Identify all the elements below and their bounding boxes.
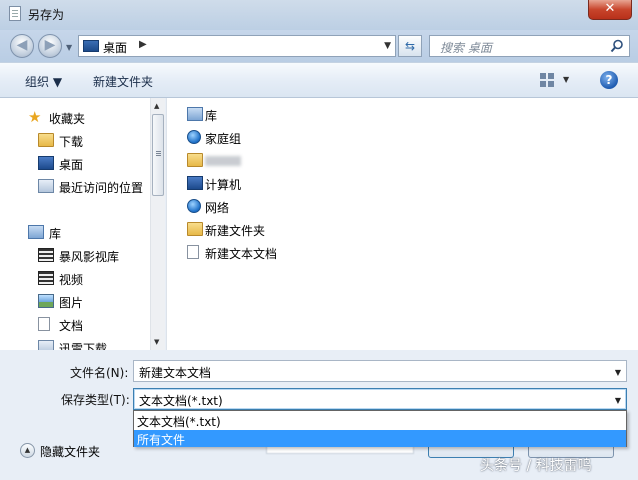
search-placeholder: 搜索 桌面 (440, 41, 492, 55)
storm-library-icon (38, 248, 54, 262)
sidebar-item-favorites[interactable]: ★ 收藏夹 (0, 107, 150, 127)
command-bar: 组织 ▼ 新建文件夹 ▼ ? (0, 62, 638, 98)
help-icon[interactable]: ? (600, 71, 618, 89)
notepad-icon (9, 6, 21, 21)
sidebar-item-libraries[interactable]: 库 (0, 222, 150, 242)
library-icon (28, 225, 44, 239)
address-location[interactable]: 桌面 (103, 39, 127, 56)
filename-label: 文件名(N): (70, 366, 129, 380)
sidebar-item-recent[interactable]: 最近访问的位置 (0, 176, 150, 196)
address-bar[interactable]: 桌面 ▶ ▼ (78, 35, 396, 57)
navigation-scrollbar[interactable]: ▲ ▼ (150, 98, 165, 350)
list-item[interactable] (187, 150, 487, 170)
dropdown-option-txt[interactable]: 文本文档(*.txt) (134, 412, 626, 429)
user-folder-icon (187, 153, 203, 167)
folder-icon (187, 222, 203, 236)
navigation-bar: ◀ ▶ ▼ 桌面 ▶ ▼ ⇆ 搜索 桌面 (0, 30, 638, 62)
computer-icon (187, 176, 203, 190)
file-list: 库 家庭组 计算机 网络 新建文件夹 新建文本文档 (166, 98, 638, 350)
sidebar-item-pictures[interactable]: 图片 (0, 291, 150, 311)
blurred-username (205, 155, 241, 166)
sidebar-item-xunlei[interactable]: 迅雷下载 (0, 337, 150, 350)
title-bar: 另存为 ✕ (0, 0, 638, 30)
watermark: 头条号 / 科技雷鸣 (480, 458, 592, 474)
sidebar-item-documents[interactable]: 文档 (0, 314, 150, 334)
homegroup-icon (187, 130, 201, 144)
video-icon (38, 271, 54, 285)
recent-places-icon (38, 179, 54, 193)
filetype-value[interactable]: 文本文档(*.txt) (139, 394, 223, 408)
text-document-icon (187, 245, 199, 259)
network-icon (187, 199, 201, 213)
desktop-icon (83, 40, 99, 52)
list-item[interactable]: 家庭组 (187, 127, 487, 147)
history-dropdown-icon[interactable]: ▼ (66, 43, 72, 52)
list-item[interactable]: 新建文件夹 (187, 219, 487, 239)
filetype-dropdown-icon[interactable]: ▼ (615, 396, 621, 405)
address-dropdown-icon[interactable]: ▼ (384, 41, 391, 51)
search-input[interactable]: 搜索 桌面 (429, 35, 630, 57)
sidebar-item-desktop[interactable]: 桌面 (0, 153, 150, 173)
downloads-folder-icon (38, 133, 54, 147)
sidebar-item-storm-library[interactable]: 暴风影视库 (0, 245, 150, 265)
star-icon: ★ (28, 108, 42, 126)
filename-value[interactable]: 新建文本文档 (139, 366, 211, 380)
list-item[interactable]: 库 (187, 104, 487, 124)
picture-icon (38, 294, 54, 308)
filename-dropdown-icon[interactable]: ▼ (615, 368, 621, 377)
new-folder-button[interactable]: 新建文件夹 (93, 73, 153, 90)
filetype-select[interactable]: 文本文档(*.txt) ▼ (133, 388, 627, 410)
view-options-icon[interactable] (539, 72, 555, 88)
view-dropdown-icon[interactable]: ▼ (563, 75, 569, 84)
scroll-down-icon[interactable]: ▼ (154, 338, 159, 346)
forward-button[interactable]: ▶ (38, 34, 62, 58)
list-item[interactable]: 计算机 (187, 173, 487, 193)
document-icon (38, 317, 50, 331)
filetype-label: 保存类型(T): (61, 393, 130, 407)
list-item[interactable]: 新建文本文档 (187, 242, 487, 262)
download-icon (38, 340, 54, 350)
organize-menu[interactable]: 组织 ▼ (25, 73, 62, 90)
close-button[interactable]: ✕ (588, 0, 632, 20)
refresh-button[interactable]: ⇆ (398, 35, 422, 57)
window-title: 另存为 (28, 8, 65, 22)
chevron-right-icon[interactable]: ▶ (139, 39, 147, 50)
navigation-pane: ★ 收藏夹 下载 桌面 最近访问的位置 库 暴风影视库 视频 图片 文档 迅雷下… (0, 98, 150, 350)
scrollbar-thumb[interactable] (152, 114, 164, 196)
dropdown-option-all-files[interactable]: 所有文件 (134, 430, 626, 447)
search-icon[interactable] (610, 39, 624, 53)
list-item[interactable]: 网络 (187, 196, 487, 216)
chevron-up-icon[interactable]: ▲ (20, 443, 35, 458)
filetype-dropdown-list: 文本文档(*.txt) 所有文件 (133, 410, 627, 447)
sidebar-item-downloads[interactable]: 下载 (0, 130, 150, 150)
filename-input[interactable]: 新建文本文档 ▼ (133, 360, 627, 382)
scroll-up-icon[interactable]: ▲ (154, 102, 159, 110)
library-icon (187, 107, 203, 121)
back-button[interactable]: ◀ (10, 34, 34, 58)
sidebar-item-videos[interactable]: 视频 (0, 268, 150, 288)
desktop-icon (38, 156, 54, 170)
